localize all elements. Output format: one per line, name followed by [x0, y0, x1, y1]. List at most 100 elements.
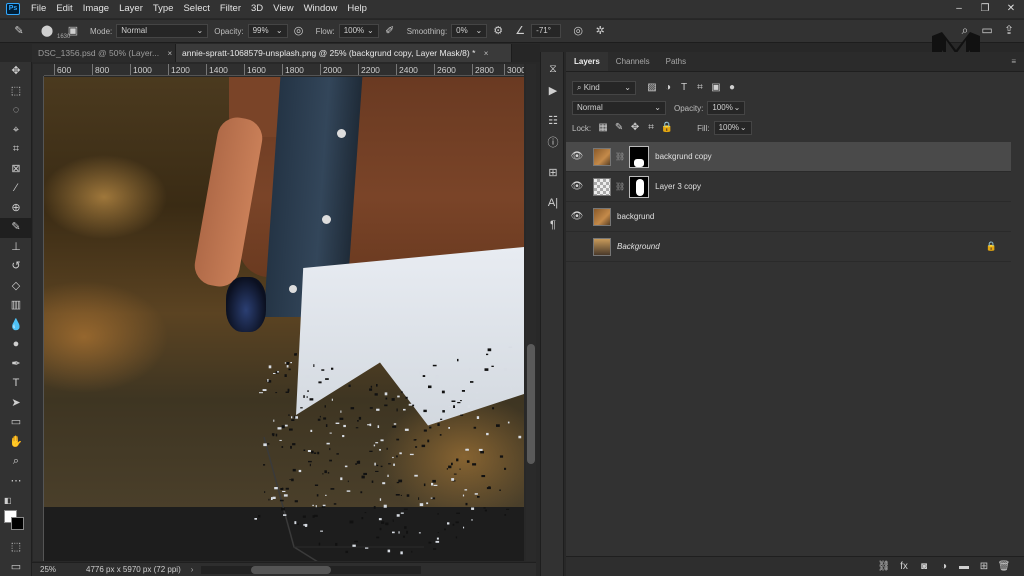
info-icon[interactable]: ⓘ	[541, 132, 565, 154]
tab-paths[interactable]: Paths	[658, 52, 694, 71]
pressure-size-icon[interactable]: ◎	[571, 24, 585, 38]
menu-type[interactable]: Type	[148, 0, 179, 18]
opacity-field[interactable]: 99% ⌄	[247, 24, 288, 38]
pressure-opacity-icon[interactable]: ◎	[292, 24, 306, 38]
add-mask-icon[interactable]: ◙	[914, 560, 934, 574]
gradient-tool-icon[interactable]: ▥	[0, 296, 32, 316]
crop-tool-icon[interactable]: ⌗	[0, 140, 32, 160]
filter-smart-object-icon[interactable]: ▣	[708, 81, 724, 95]
canvas-vertical-scrollbar[interactable]	[526, 64, 536, 561]
document-canvas[interactable]	[44, 77, 524, 561]
marquee-tool-icon[interactable]: ⬚	[0, 82, 32, 102]
layer-name[interactable]: Layer 3 copy	[655, 182, 701, 191]
filter-pixel-icon[interactable]: ▨	[644, 81, 660, 95]
filter-toggle-icon[interactable]: ●	[724, 81, 740, 95]
filter-type-icon[interactable]: T	[676, 81, 692, 95]
layer-name[interactable]: Background	[617, 242, 660, 251]
mask-link-icon[interactable]: ⛓	[615, 182, 625, 191]
menu-3d[interactable]: 3D	[246, 0, 268, 18]
tab-channels[interactable]: Channels	[608, 52, 658, 71]
layer-row[interactable]: 👁 backgrund	[566, 202, 1011, 232]
menu-layer[interactable]: Layer	[114, 0, 148, 18]
lasso-tool-icon[interactable]: ◌	[0, 101, 32, 121]
gear-icon[interactable]: ⚙	[491, 24, 505, 38]
blend-mode-select[interactable]: Normal ⌄	[572, 101, 666, 115]
ruler-origin[interactable]	[33, 64, 44, 76]
vertical-ruler[interactable]	[33, 76, 44, 561]
actions-play-icon[interactable]: ▶	[541, 80, 565, 102]
layer-row[interactable]: 👁 ⛓ Layer 3 copy	[566, 172, 1011, 202]
fill-field[interactable]: 100% ⌄	[713, 121, 752, 135]
rectangle-tool-icon[interactable]: ▭	[0, 413, 32, 433]
filter-shape-icon[interactable]: ⌗	[692, 81, 708, 95]
filter-adjustment-icon[interactable]: ◑	[660, 81, 676, 95]
restore-button[interactable]: ❐	[972, 0, 998, 18]
adjustment-layer-icon[interactable]: ◑	[934, 560, 954, 574]
clone-stamp-tool-icon[interactable]: ⊥	[0, 238, 32, 258]
brush-tool-icon[interactable]: ✎	[12, 24, 26, 38]
scroll-thumb[interactable]	[251, 565, 332, 574]
eye-icon[interactable]: 👁	[566, 151, 588, 162]
layer-comps-icon[interactable]: ⊞	[541, 162, 565, 184]
eye-icon[interactable]: 👁	[566, 181, 588, 192]
quick-select-tool-icon[interactable]: ⌖	[0, 121, 32, 141]
close-icon[interactable]: ×	[484, 49, 489, 58]
screen-mode-icon[interactable]: ▭	[0, 558, 32, 576]
flow-field[interactable]: 100% ⌄	[338, 24, 379, 38]
new-layer-icon[interactable]: ⊞	[974, 560, 994, 574]
history-panel-icon[interactable]: ⧖	[541, 58, 565, 80]
menu-filter[interactable]: Filter	[215, 0, 246, 18]
lock-image-icon[interactable]: ✎	[611, 121, 627, 135]
smoothing-field[interactable]: 0% ⌄	[451, 24, 488, 38]
quick-mask-icon[interactable]: ⬚	[0, 538, 32, 558]
lock-transparent-icon[interactable]: ▦	[595, 121, 611, 135]
frame-tool-icon[interactable]: ⊠	[0, 160, 32, 180]
lock-artboard-icon[interactable]: ⌗	[643, 121, 659, 135]
adjustments-icon[interactable]: ☷	[541, 110, 565, 132]
share-icon[interactable]: ⇪	[1000, 21, 1018, 39]
more-tools-icon[interactable]: ⋯	[0, 472, 32, 492]
history-brush-tool-icon[interactable]: ↺	[0, 257, 32, 277]
visibility-toggle-off[interactable]: ▢	[566, 241, 588, 252]
delete-layer-icon[interactable]: 🗑	[994, 560, 1014, 574]
layer-opacity-field[interactable]: 100% ⌄	[707, 101, 746, 115]
doc-tab-annie-spratt[interactable]: annie-spratt-1068579-unsplash.png @ 25% …	[176, 44, 512, 62]
menu-select[interactable]: Select	[178, 0, 214, 18]
healing-brush-tool-icon[interactable]: ⊕	[0, 199, 32, 219]
paragraph-panel-icon[interactable]: ¶	[541, 214, 565, 236]
menu-view[interactable]: View	[268, 0, 298, 18]
mask-link-icon[interactable]: ⛓	[615, 152, 625, 161]
status-menu-arrow-icon[interactable]: ›	[191, 565, 194, 574]
menu-help[interactable]: Help	[342, 0, 372, 18]
layer-mask-thumbnail[interactable]	[629, 175, 650, 198]
doc-tab-dsc[interactable]: DSC_1356.psd @ 50% (Layer... ×	[32, 44, 176, 62]
move-tool-icon[interactable]: ✥	[0, 62, 32, 82]
angle-field[interactable]: -71°	[531, 24, 562, 38]
character-panel-icon[interactable]: A|	[541, 192, 565, 214]
layer-name[interactable]: backgrund copy	[655, 152, 711, 161]
close-icon[interactable]: ×	[167, 49, 172, 58]
layer-style-fx-icon[interactable]: fx	[894, 560, 914, 574]
tab-layers[interactable]: Layers	[566, 52, 608, 71]
mode-select[interactable]: Normal ⌄	[116, 24, 209, 38]
menu-file[interactable]: File	[26, 0, 51, 18]
type-tool-icon[interactable]: T	[0, 374, 32, 394]
lock-icon[interactable]: 🔒	[986, 241, 997, 252]
eraser-tool-icon[interactable]: ◇	[0, 277, 32, 297]
menu-image[interactable]: Image	[78, 0, 114, 18]
pen-tool-icon[interactable]: ✒	[0, 355, 32, 375]
canvas-horizontal-scrollbar[interactable]	[201, 565, 422, 574]
eye-icon[interactable]: 👁	[566, 211, 588, 222]
layer-filter-kind-select[interactable]: ⌕ Kind ⌄	[572, 81, 636, 95]
scroll-thumb[interactable]	[527, 344, 535, 464]
layer-name[interactable]: backgrund	[617, 212, 654, 221]
symmetry-butterfly-icon[interactable]: ✲	[593, 24, 607, 38]
layer-mask-thumbnail[interactable]	[629, 145, 650, 168]
layer-row[interactable]: 👁 ⛓ backgrund copy	[566, 142, 1011, 172]
path-selection-tool-icon[interactable]: ➤	[0, 394, 32, 414]
minimize-button[interactable]: –	[946, 0, 972, 18]
dodge-tool-icon[interactable]: ●	[0, 335, 32, 355]
menu-edit[interactable]: Edit	[51, 0, 77, 18]
new-group-icon[interactable]: ▬	[954, 560, 974, 574]
zoom-tool-icon[interactable]: ⌕	[0, 452, 32, 472]
